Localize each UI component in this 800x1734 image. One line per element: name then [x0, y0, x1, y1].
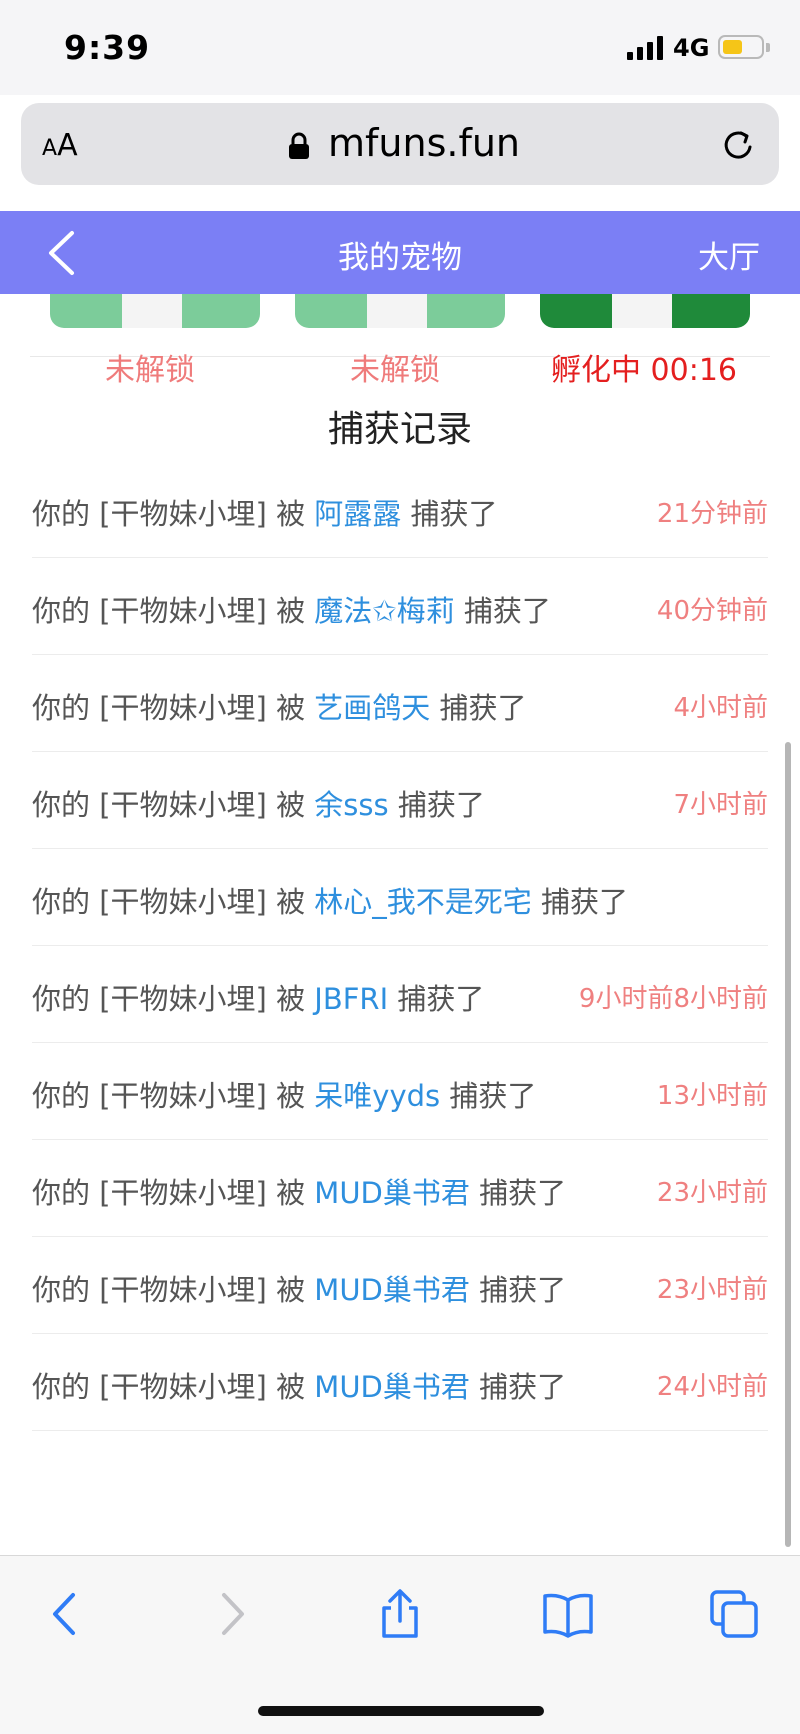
record-row: 你的 [干物妹小埋] 被 魔法✩梅莉 捕获了 40分钟前	[32, 558, 768, 655]
battery-tip	[766, 43, 770, 52]
pet-image-2[interactable]	[295, 294, 505, 330]
home-indicator	[258, 1706, 544, 1716]
pet-status-3: 孵化中 00:16	[551, 353, 737, 388]
record-prefix: 你的 [干物妹小埋] 被	[32, 594, 306, 628]
record-suffix: 捕获了	[479, 1273, 567, 1307]
capture-records-list: 你的 [干物妹小埋] 被 阿露露 捕获了 21分钟前 你的 [干物妹小埋] 被 …	[32, 461, 768, 1431]
section-title: 捕获记录	[327, 409, 472, 450]
record-suffix: 捕获了	[541, 885, 629, 919]
record-user-link[interactable]: 阿露露	[314, 497, 401, 531]
record-time: 40分钟前	[656, 596, 768, 626]
record-row: 你的 [干物妹小埋] 被 JBFRI 捕获了 9小时前8小时前	[32, 946, 768, 1043]
record-time: 13小时前	[656, 1081, 768, 1111]
record-suffix: 捕获了	[463, 594, 551, 628]
signal-icon	[627, 36, 663, 60]
pet-status-1: 未解锁	[105, 353, 195, 388]
pet-image-1[interactable]	[50, 294, 260, 330]
record-suffix: 捕获了	[397, 788, 485, 822]
pet-status-2: 未解锁	[350, 353, 440, 388]
back-icon[interactable]	[40, 1588, 92, 1640]
record-prefix: 你的 [干物妹小埋] 被	[32, 1370, 306, 1404]
record-suffix: 捕获了	[479, 1176, 567, 1210]
share-icon[interactable]	[374, 1588, 426, 1640]
record-time: 23小时前	[656, 1275, 768, 1305]
record-prefix: 你的 [干物妹小埋] 被	[32, 982, 306, 1016]
text-size-button[interactable]: AA	[42, 128, 78, 163]
record-user-link[interactable]: JBFRI	[314, 982, 388, 1016]
record-row: 你的 [干物妹小埋] 被 阿露露 捕获了 21分钟前	[32, 461, 768, 558]
record-suffix: 捕获了	[397, 982, 485, 1016]
pet-image-3[interactable]	[540, 294, 750, 330]
reload-icon[interactable]	[719, 126, 757, 164]
record-time: 7小时前	[673, 790, 768, 820]
record-user-link[interactable]: 余sss	[314, 788, 388, 822]
record-prefix: 你的 [干物妹小埋] 被	[32, 885, 306, 919]
network-label: 4G	[673, 34, 710, 62]
url-text[interactable]: mfuns.fun	[328, 121, 520, 165]
scrollbar[interactable]	[785, 742, 791, 1547]
record-row: 你的 [干物妹小埋] 被 林心_我不是死宅 捕获了	[32, 849, 768, 946]
record-user-link[interactable]: MUD巢书君	[314, 1176, 470, 1210]
record-time: 23小时前	[656, 1178, 768, 1208]
record-prefix: 你的 [干物妹小埋] 被	[32, 497, 306, 531]
record-row: 你的 [干物妹小埋] 被 MUD巢书君 捕获了 23小时前	[32, 1237, 768, 1334]
record-user-link[interactable]: 艺画鸽天	[314, 691, 430, 725]
hall-link[interactable]: 大厅	[698, 232, 760, 277]
record-time: 9小时前8小时前	[578, 984, 768, 1014]
record-row: 你的 [干物妹小埋] 被 呆唯yyds 捕获了 13小时前	[32, 1043, 768, 1140]
record-user-link[interactable]: MUD巢书君	[314, 1273, 470, 1307]
record-prefix: 你的 [干物妹小埋] 被	[32, 1273, 306, 1307]
record-time: 4小时前	[673, 693, 768, 723]
record-prefix: 你的 [干物妹小埋] 被	[32, 1079, 306, 1113]
record-user-link[interactable]: 魔法✩梅莉	[314, 594, 454, 628]
status-time: 9:39	[64, 28, 151, 67]
record-user-link[interactable]: 林心_我不是死宅	[314, 885, 532, 919]
forward-icon[interactable]	[205, 1588, 257, 1640]
battery-icon	[718, 35, 764, 59]
lock-icon	[289, 132, 309, 159]
bookmarks-icon[interactable]	[542, 1588, 594, 1640]
record-row: 你的 [干物妹小埋] 被 艺画鸽天 捕获了 4小时前	[32, 655, 768, 752]
record-time: 21分钟前	[656, 499, 768, 529]
record-suffix: 捕获了	[439, 691, 527, 725]
record-row: 你的 [干物妹小埋] 被 MUD巢书君 捕获了 23小时前	[32, 1140, 768, 1237]
record-suffix: 捕获了	[449, 1079, 537, 1113]
record-user-link[interactable]: 呆唯yyds	[314, 1079, 440, 1113]
record-suffix: 捕获了	[410, 497, 498, 531]
record-user-link[interactable]: MUD巢书君	[314, 1370, 470, 1404]
tabs-icon[interactable]	[708, 1588, 760, 1640]
record-prefix: 你的 [干物妹小埋] 被	[32, 788, 306, 822]
record-row: 你的 [干物妹小埋] 被 MUD巢书君 捕获了 24小时前	[32, 1334, 768, 1431]
page-title: 我的宠物	[338, 240, 462, 276]
record-row: 你的 [干物妹小埋] 被 余sss 捕获了 7小时前	[32, 752, 768, 849]
record-prefix: 你的 [干物妹小埋] 被	[32, 691, 306, 725]
record-time: 24小时前	[656, 1372, 768, 1402]
record-prefix: 你的 [干物妹小埋] 被	[32, 1176, 306, 1210]
record-suffix: 捕获了	[479, 1370, 567, 1404]
